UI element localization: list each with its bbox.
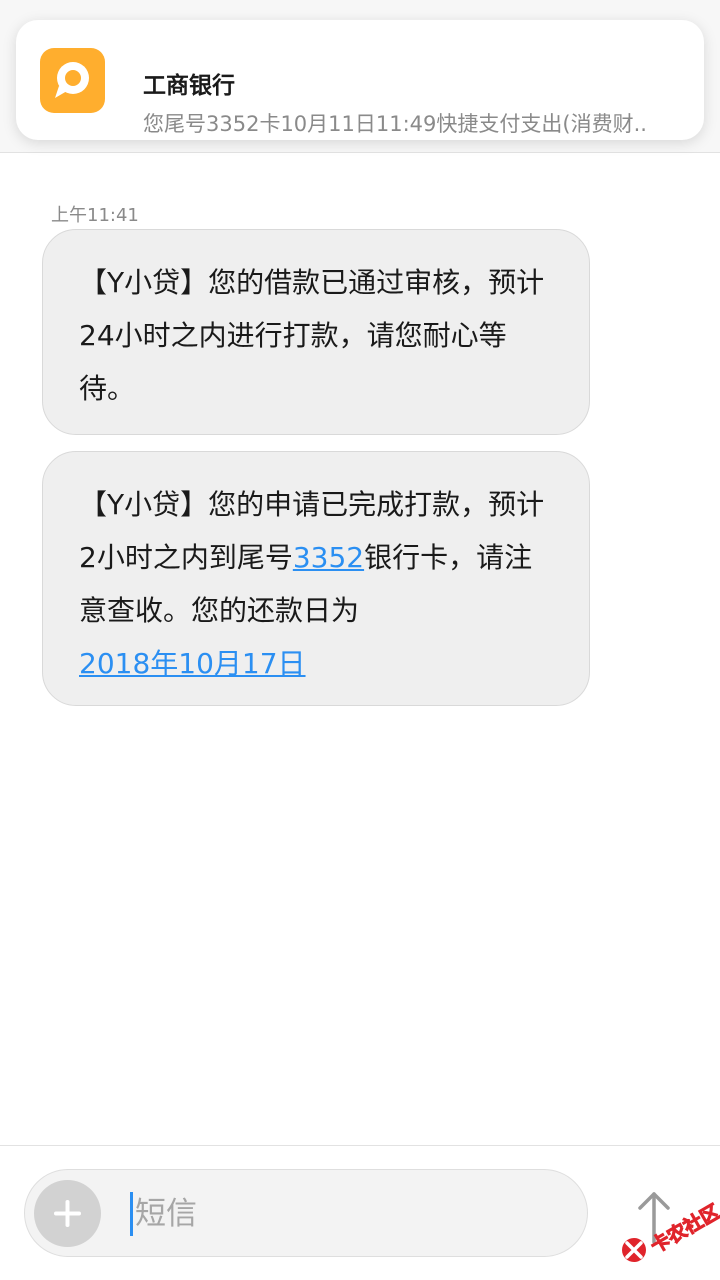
watermark-logo: 卡农社区	[622, 1199, 720, 1262]
watermark-text: 卡农社区	[646, 1200, 720, 1258]
date-link[interactable]: 2018年10月17日	[79, 647, 306, 680]
message-bubble: 【Y小贷】您的申请已完成打款，预计2小时之内到尾号3352银行卡，请注意查收。您…	[42, 451, 590, 706]
message-input-container[interactable]	[24, 1169, 588, 1257]
notification-body: 您尾号3352卡10月11日11:49快捷支付支出(消费财..	[143, 112, 647, 136]
message-timestamp: 上午11:41	[51, 205, 139, 226]
message-bubble-icon	[40, 48, 105, 113]
add-attachment-button[interactable]	[34, 1180, 101, 1247]
notification-title: 工商银行	[143, 73, 235, 99]
card-number-link[interactable]: 3352	[293, 541, 364, 574]
message-bubble: 【Y小贷】您的借款已通过审核，预计24小时之内进行打款，请您耐心等待。	[42, 229, 590, 435]
message-input[interactable]	[135, 1190, 555, 1238]
plus-icon	[54, 1200, 81, 1227]
brand-logo-icon	[622, 1238, 646, 1262]
notification-banner[interactable]: 工商银行 您尾号3352卡10月11日11:49快捷支付支出(消费财..	[16, 20, 704, 140]
text-cursor	[130, 1192, 133, 1236]
notification-area: 工商银行 您尾号3352卡10月11日11:49快捷支付支出(消费财..	[0, 0, 720, 153]
message-text: 【Y小贷】您的借款已通过审核，预计24小时之内进行打款，请您耐心等待。	[79, 266, 545, 405]
